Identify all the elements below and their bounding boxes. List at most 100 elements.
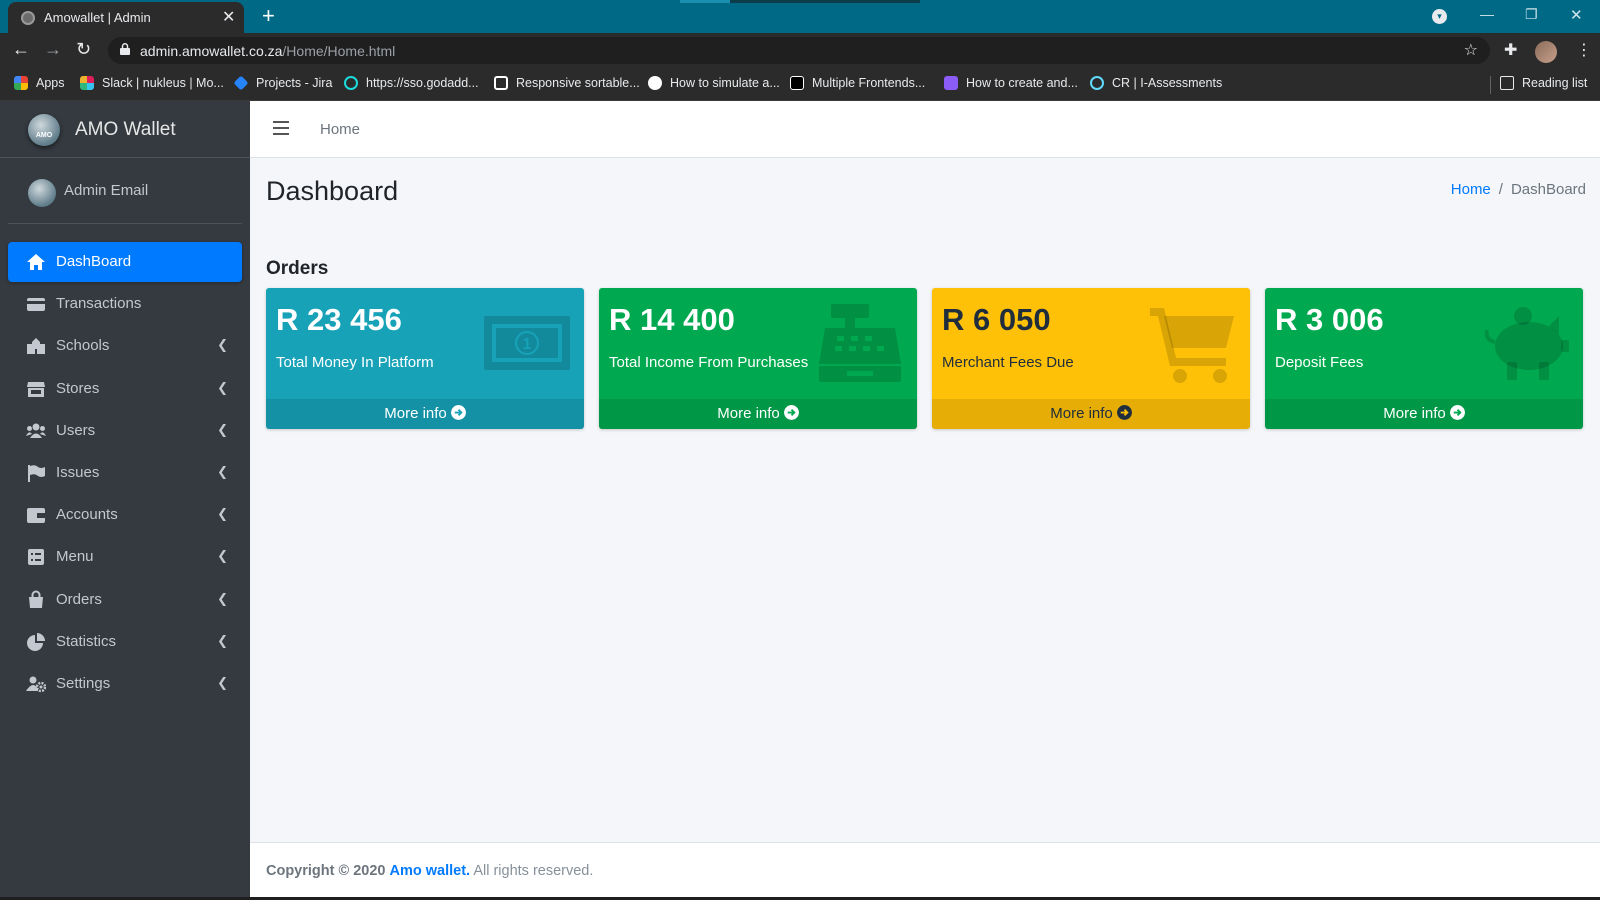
brand-logo: AMO xyxy=(28,114,60,146)
sidebar-item-statistics[interactable]: Statistics ❮ xyxy=(8,622,242,662)
sidebar-item-users[interactable]: Users ❮ xyxy=(8,411,242,451)
bookmark-godaddy[interactable]: https://sso.godadd... xyxy=(344,76,479,90)
sidebar-item-menu[interactable]: Menu ❮ xyxy=(8,537,242,577)
menu-list-icon xyxy=(28,549,44,565)
svg-text:1: 1 xyxy=(523,336,532,353)
users-cog-icon xyxy=(26,676,46,693)
reload-icon[interactable]: ↻ xyxy=(76,39,91,60)
store-icon xyxy=(27,382,45,397)
sidebar-item-orders[interactable]: Orders ❮ xyxy=(8,580,242,620)
sidebar-item-issues[interactable]: Issues ❮ xyxy=(8,453,242,493)
close-window-icon[interactable]: ✕ xyxy=(1570,6,1583,24)
card-value: R 3 006 xyxy=(1275,302,1384,337)
users-icon xyxy=(26,423,46,438)
brand-link[interactable]: AMO AMO Wallet xyxy=(0,101,250,158)
tab-close-icon[interactable]: ✕ xyxy=(222,7,235,27)
bookmark-app-icon xyxy=(944,76,958,90)
more-info-link[interactable]: More info xyxy=(266,399,584,429)
chevron-left-icon: ❮ xyxy=(217,337,228,352)
arrow-circle-right-icon xyxy=(1116,405,1132,420)
minimize-icon[interactable]: — xyxy=(1480,6,1494,22)
flag-icon xyxy=(28,465,45,482)
forward-icon[interactable]: → xyxy=(44,39,62,60)
user-panel[interactable]: Admin Email xyxy=(8,158,242,224)
page-footer: Copyright © 2020 Amo wallet. All rights … xyxy=(250,842,1600,900)
sidebar-item-label: Users xyxy=(56,422,96,439)
top-navbar: Home xyxy=(250,101,1600,158)
sidebar-item-schools[interactable]: Schools ❮ xyxy=(8,326,242,366)
bookmark-medium[interactable]: How to simulate a... xyxy=(648,76,780,90)
address-bar[interactable]: admin.amowallet.co.za/Home/Home.html ☆ xyxy=(108,37,1490,64)
tab-favicon-icon xyxy=(21,11,35,25)
chevron-left-icon: ❮ xyxy=(217,464,228,479)
tab-strip-indicator-dark xyxy=(730,0,920,3)
card-label: Deposit Fees xyxy=(1275,354,1364,371)
sidebar-item-transactions[interactable]: Transactions xyxy=(8,284,242,324)
more-info-link[interactable]: More info xyxy=(932,399,1250,429)
tab-strip-indicator xyxy=(680,0,730,3)
user-name: Admin Email xyxy=(64,182,149,199)
sidebar-item-label: Schools xyxy=(56,337,110,354)
godaddy-icon xyxy=(344,76,358,90)
card-value: R 23 456 xyxy=(276,302,402,337)
sidebar-item-label: Accounts xyxy=(56,506,118,523)
sidebar-item-label: Transactions xyxy=(56,295,142,312)
breadcrumb-separator: / xyxy=(1498,181,1503,198)
bookmark-sortable[interactable]: Responsive sortable... xyxy=(494,76,640,90)
footer-brand-link[interactable]: Amo wallet. xyxy=(390,863,471,879)
tab-title: Amowallet | Admin xyxy=(44,10,151,25)
reading-list[interactable]: Reading list xyxy=(1500,76,1587,90)
breadcrumb-home-link[interactable]: Home xyxy=(1451,181,1491,198)
back-icon[interactable]: ← xyxy=(12,39,30,60)
bookmark-jira[interactable]: Projects - Jira xyxy=(233,75,332,91)
pie-chart-icon xyxy=(27,633,45,651)
browser-tab-strip: Amowallet | Admin ✕ + ▾ — ❐ ✕ xyxy=(0,0,1600,33)
sidebar-item-label: Statistics xyxy=(56,633,117,650)
sidebar-item-accounts[interactable]: Accounts ❮ xyxy=(8,495,242,535)
browser-tab[interactable]: Amowallet | Admin ✕ xyxy=(8,2,244,33)
breadcrumb-current: DashBoard xyxy=(1510,181,1586,198)
sidebar-item-stores[interactable]: Stores ❮ xyxy=(8,369,242,409)
money-bill-icon: 1 xyxy=(484,316,570,370)
breadcrumb: Home / DashBoard xyxy=(1451,181,1586,198)
bookmark-create[interactable]: How to create and... xyxy=(944,76,1078,90)
bookmark-dev[interactable]: Multiple Frontends... xyxy=(790,76,925,90)
tab-search-icon[interactable]: ▾ xyxy=(1432,9,1447,24)
topnav-home-link[interactable]: Home xyxy=(320,121,360,138)
chevron-left-icon: ❮ xyxy=(217,422,228,437)
card-label: Total Money In Platform xyxy=(276,354,434,371)
chevron-left-icon: ❮ xyxy=(217,380,228,395)
hamburger-menu-icon[interactable] xyxy=(273,121,289,135)
sidebar-item-dashboard[interactable]: DashBoard xyxy=(8,242,242,282)
sidebar-item-label: Issues xyxy=(56,464,100,481)
apps-grid-icon xyxy=(14,76,28,90)
dev-icon xyxy=(790,76,804,90)
new-tab-button[interactable]: + xyxy=(262,3,275,29)
chrome-menu-icon[interactable]: ⋮ xyxy=(1576,40,1592,60)
user-avatar xyxy=(28,179,56,207)
profile-avatar[interactable] xyxy=(1535,41,1557,63)
more-info-link[interactable]: More info xyxy=(1265,399,1583,429)
wallet-icon xyxy=(27,508,45,523)
extensions-icon[interactable]: ✚ xyxy=(1504,40,1517,60)
url-text: admin.amowallet.co.za/Home/Home.html xyxy=(140,43,396,59)
credit-card-icon xyxy=(27,298,45,311)
more-info-link[interactable]: More info xyxy=(599,399,917,429)
card-value: R 6 050 xyxy=(942,302,1051,337)
bookmark-assessments[interactable]: CR | I-Assessments xyxy=(1090,76,1222,90)
bookmark-star-icon[interactable]: ☆ xyxy=(1464,40,1478,60)
lock-icon xyxy=(120,43,130,55)
bookmark-slack[interactable]: Slack | nukleus | Mo... xyxy=(80,76,224,90)
restore-icon[interactable]: ❐ xyxy=(1525,6,1538,23)
stat-card-total-money: R 23 456 Total Money In Platform 1 More … xyxy=(266,288,584,429)
footer-text: Copyright © 2020 Amo wallet. All rights … xyxy=(266,863,594,879)
sidebar-item-settings[interactable]: Settings ❮ xyxy=(8,664,242,704)
sidebar-item-label: DashBoard xyxy=(56,253,132,270)
arrow-circle-right-icon xyxy=(783,405,799,420)
sidebar-item-label: Stores xyxy=(56,380,100,397)
codepen-icon xyxy=(494,76,508,90)
jira-icon xyxy=(233,75,249,91)
bookmark-apps[interactable]: Apps xyxy=(14,76,65,90)
sidebar-item-label: Orders xyxy=(56,591,102,608)
stat-card-merchant-fees: R 6 050 Merchant Fees Due More info xyxy=(932,288,1250,429)
